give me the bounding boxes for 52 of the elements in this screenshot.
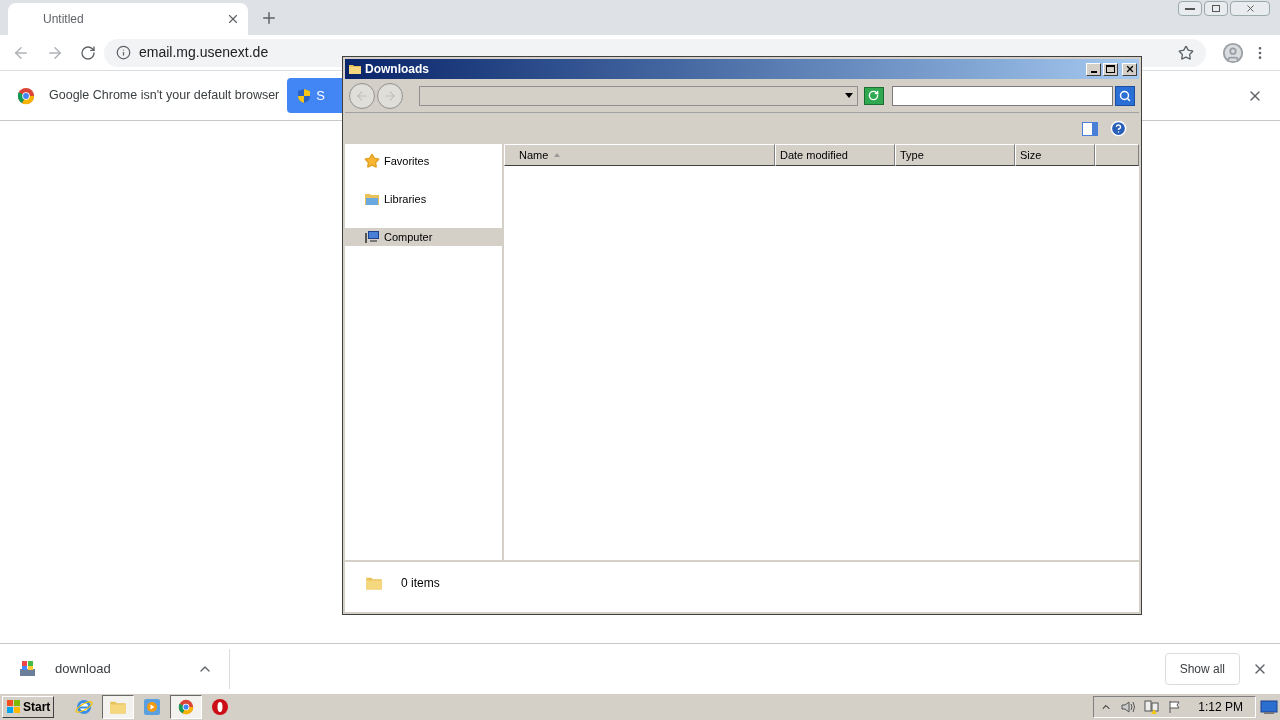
sort-arrow-icon xyxy=(554,153,561,157)
help-icon[interactable] xyxy=(1110,120,1127,137)
close-icon[interactable] xyxy=(226,12,240,26)
download-filename: download xyxy=(55,659,112,678)
flag-icon[interactable] xyxy=(1168,700,1183,714)
reload-icon[interactable] xyxy=(80,44,96,61)
start-button[interactable]: Start xyxy=(2,696,55,718)
globe-e-icon xyxy=(75,698,94,716)
info-icon xyxy=(116,45,131,60)
library-icon xyxy=(364,192,380,206)
search-field[interactable] xyxy=(891,85,1114,106)
download-item[interactable]: download xyxy=(0,648,230,689)
maximize-button[interactable] xyxy=(1103,62,1118,76)
dropdown-arrow-icon[interactable] xyxy=(844,93,853,98)
new-tab-icon[interactable] xyxy=(260,9,278,27)
nav-item[interactable]: Favorites xyxy=(345,152,502,170)
windows-logo-icon xyxy=(6,699,22,715)
bookmark-star-icon[interactable] xyxy=(1178,44,1194,61)
clock: 1:12 PM xyxy=(1198,699,1243,716)
show-desktop-icon[interactable] xyxy=(1260,699,1278,715)
speaker-icon[interactable] xyxy=(1120,700,1137,714)
minimize-button[interactable] xyxy=(1178,1,1202,16)
taskbar-button[interactable] xyxy=(170,695,203,719)
restore-button[interactable] xyxy=(1204,1,1228,16)
column-header[interactable]: Date modified xyxy=(775,144,895,166)
column-header[interactable] xyxy=(1095,144,1139,166)
browser-tab[interactable]: Untitled xyxy=(8,3,248,35)
play-icon xyxy=(143,698,162,716)
tab-title: Untitled xyxy=(43,11,85,28)
item-count: 0 items xyxy=(401,575,440,592)
nav-item[interactable]: Computer xyxy=(345,228,502,246)
installer-icon xyxy=(19,659,37,678)
taskbar-button[interactable] xyxy=(102,695,135,719)
profile-icon[interactable] xyxy=(1222,41,1244,64)
nav-item[interactable]: Libraries xyxy=(345,190,502,208)
o-logo-icon xyxy=(211,698,230,716)
address-text: email.mg.usenext.de xyxy=(139,43,269,62)
show-all-button[interactable]: Show all xyxy=(1164,652,1240,685)
refresh-icon[interactable] xyxy=(868,90,880,101)
address-field[interactable] xyxy=(418,85,858,106)
refresh-button[interactable] xyxy=(863,86,884,105)
shield-icon xyxy=(297,87,312,104)
preview-pane-icon[interactable] xyxy=(1082,121,1098,136)
computer-icon xyxy=(364,230,380,244)
column-header[interactable]: Size xyxy=(1015,144,1095,166)
star-icon xyxy=(364,153,380,169)
network-warning-icon[interactable] xyxy=(1144,699,1161,715)
infobar-message: Google Chrome isn't your default browser xyxy=(49,87,280,105)
column-header[interactable]: Name xyxy=(504,144,775,166)
column-header[interactable]: Type xyxy=(895,144,1015,166)
chrome-icon xyxy=(178,699,195,715)
chrome-logo-icon xyxy=(17,86,35,105)
